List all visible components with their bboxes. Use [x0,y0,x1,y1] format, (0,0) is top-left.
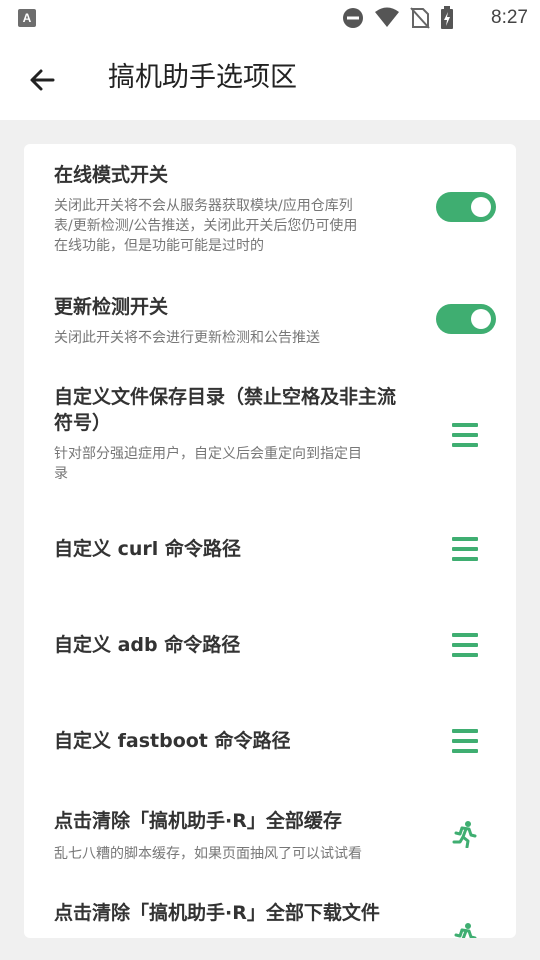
status-time: 8:27 [491,7,528,28]
setting-title: 更新检测开关 [54,296,169,318]
menu-icon[interactable] [452,536,478,562]
setting-description-line: 关闭此开关将不会进行更新检测和公告推送 [54,330,320,346]
update-check-toggle[interactable] [436,304,496,334]
setting-adb-path[interactable]: 自定义 adb 命令路径 [24,614,516,676]
setting-description-line: 针对部分强迫症用户，自定义后会重定向到指定目 [54,446,362,462]
dnd-icon [342,7,364,29]
setting-title: 自定义 adb 命令路径 [54,634,241,656]
no-sim-icon [410,7,430,29]
menu-icon[interactable] [452,728,478,754]
setting-curl-path[interactable]: 自定义 curl 命令路径 [24,518,516,580]
setting-update-check[interactable]: 更新检测开关 关闭此开关将不会进行更新检测和公告推送 [24,282,516,360]
setting-title: 在线模式开关 [54,164,169,186]
status-bar: A 8:27 [0,0,540,36]
back-button[interactable] [24,62,60,98]
toggle-knob [471,197,491,217]
setting-custom-save-directory[interactable]: 自定义文件保存目录（禁止空格及非主流 符号） 针对部分强迫症用户，自定义后会重定… [24,374,516,504]
page-title: 搞机助手选项区 [108,62,297,93]
status-icons [342,6,454,30]
setting-online-mode[interactable]: 在线模式开关 关闭此开关将不会从服务器获取模块/应用仓库列 表/更新检测/公告推… [24,144,516,268]
battery-charging-icon [440,6,454,30]
setting-clear-cache[interactable]: 点击清除「搞机助手·R」全部缓存 乱七八糟的脚本缓存，如果页面抽风了可以试试看 [24,796,516,870]
setting-description-line: 在线功能，但是功能可能是过时的 [54,238,264,254]
settings-card: 在线模式开关 关闭此开关将不会从服务器获取模块/应用仓库列 表/更新检测/公告推… [24,144,516,938]
setting-description-line: 乱七八糟的脚本缓存，如果页面抽风了可以试试看 [54,846,362,862]
setting-title: 自定义 fastboot 命令路径 [54,730,291,752]
wifi-icon [374,7,400,29]
setting-title: 点击清除「搞机助手·R」全部缓存 [54,810,342,832]
setting-description-line: 关闭此开关将不会从服务器获取模块/应用仓库列 [54,198,353,214]
toggle-knob [471,309,491,329]
setting-title-line: 自定义文件保存目录（禁止空格及非主流 [54,386,397,408]
setting-fastboot-path[interactable]: 自定义 fastboot 命令路径 [24,711,516,773]
setting-title: 点击清除「搞机助手·R」全部下载文件 [54,902,380,924]
run-icon[interactable] [450,820,478,848]
setting-description-line: 表/更新检测/公告推送，关闭此开关后您仍可使用 [54,218,358,234]
arrow-left-icon [30,69,55,91]
menu-icon[interactable] [452,632,478,658]
online-mode-toggle[interactable] [436,192,496,222]
setting-title: 自定义 curl 命令路径 [54,538,241,560]
notification-a-icon: A [18,9,36,27]
app-bar: 搞机助手选项区 [0,36,540,120]
menu-icon[interactable] [452,422,478,448]
setting-title-line: 符号） [54,412,112,434]
setting-clear-downloads[interactable]: 点击清除「搞机助手·R」全部下载文件 [24,888,516,938]
run-icon[interactable] [450,922,478,938]
setting-description-line: 录 [54,466,68,482]
